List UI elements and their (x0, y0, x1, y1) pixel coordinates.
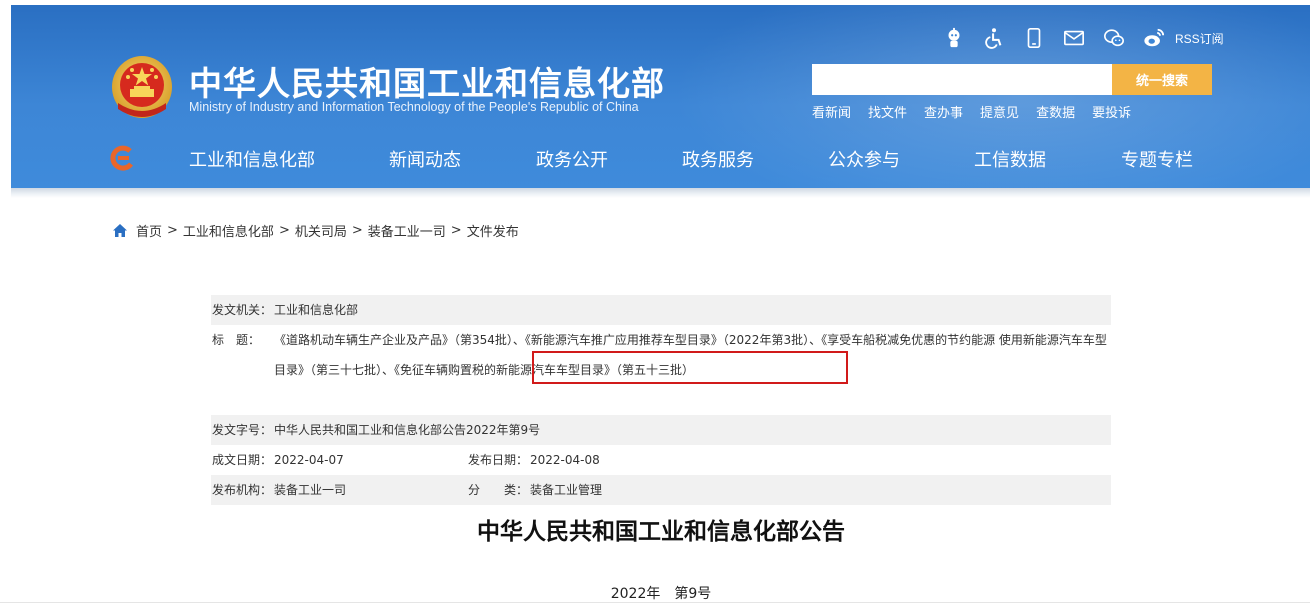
org-value: 装备工业一司 (274, 483, 347, 497)
nav-item-government-services[interactable]: 政务服务 (682, 146, 754, 172)
info-row-org-category: 发布机构： 装备工业一司 分 类： 装备工业管理 (211, 475, 1111, 505)
breadcrumb: 首页 > 工业和信息化部 > 机关司局 > 装备工业一司 > 文件发布 (112, 221, 519, 240)
info-row-doc-number: 发文字号： 中华人民共和国工业和信息化部公告2022年第9号 (211, 415, 1111, 445)
accessibility-icon[interactable] (979, 24, 1009, 52)
quick-link-news[interactable]: 看新闻 (812, 102, 851, 121)
home-icon (113, 223, 127, 237)
mail-icon[interactable] (1059, 24, 1089, 52)
title-value: 《道路机动车辆生产企业及产品》（第354批）、《新能源汽车推广应用推荐车型目录》… (274, 325, 1110, 385)
quick-link-suggestions[interactable]: 提意见 (980, 102, 1019, 121)
site-title: 中华人民共和国工业和信息化部 (189, 64, 665, 103)
quick-link-data[interactable]: 查数据 (1036, 102, 1075, 121)
site-subtitle: Ministry of Industry and Information Tec… (189, 100, 639, 114)
breadcrumb-home[interactable]: 首页 (136, 221, 162, 240)
header-shadow (11, 188, 1310, 198)
breadcrumb-departments[interactable]: 机关司局 (295, 221, 347, 240)
title-label: 标 题： (212, 333, 261, 347)
site-header: 中华人民共和国工业和信息化部 Ministry of Industry and … (11, 5, 1310, 188)
breadcrumb-separator: > (450, 223, 462, 238)
info-row-issuer: 发文机关： 工业和信息化部 (211, 295, 1111, 325)
bottom-divider (0, 602, 1310, 603)
written-date-label: 成文日期： (212, 453, 273, 467)
title-part-1: 《道路机动车辆生产企业及产品》（第354批）、 (274, 333, 525, 347)
nav-item-government-affairs[interactable]: 政务公开 (536, 146, 608, 172)
nav-item-news[interactable]: 新闻动态 (389, 146, 461, 172)
miit-logo-icon[interactable] (110, 145, 136, 171)
nav-item-public-participation[interactable]: 公众参与 (828, 146, 900, 172)
info-row-dates: 成文日期： 2022-04-07 发布日期： 2022-04-08 (211, 445, 1111, 475)
nav-item-special-topics[interactable]: 专题专栏 (1121, 146, 1193, 172)
publish-date-label: 发布日期： (468, 453, 529, 467)
header-toolbar: RSS订阅 (939, 23, 1224, 53)
breadcrumb-ministry[interactable]: 工业和信息化部 (183, 221, 274, 240)
category-value: 装备工业管理 (530, 483, 603, 497)
document-info-table: 发文机关： 工业和信息化部 标 题： 《道路机动车辆生产企业及产品》（第354批… (211, 295, 1111, 505)
doc-number-label: 发文字号： (212, 423, 273, 437)
breadcrumb-separator: > (278, 223, 290, 238)
national-emblem-icon (112, 56, 172, 118)
issuer-label: 发文机关： (212, 303, 273, 317)
nav-item-data[interactable]: 工信数据 (974, 146, 1046, 172)
quick-link-services[interactable]: 查办事 (924, 102, 963, 121)
nav-item-ministry[interactable]: 工业和信息化部 (189, 146, 315, 172)
main-nav: 工业和信息化部 新闻动态 政务公开 政务服务 公众参与 工信数据 专题专栏 (11, 137, 1310, 183)
breadcrumb-separator: > (351, 223, 363, 238)
written-date-value: 2022-04-07 (274, 453, 344, 467)
issuer-value: 工业和信息化部 (274, 303, 359, 317)
info-row-title: 标 题： 《道路机动车辆生产企业及产品》（第354批）、《新能源汽车推广应用推荐… (211, 325, 1111, 415)
doc-number-value: 中华人民共和国工业和信息化部公告2022年第9号 (274, 423, 541, 437)
title-highlighted-part: 《新能源汽车推广应用推荐车型目录》（2022年第3批） (524, 333, 810, 347)
quick-link-complaints[interactable]: 要投诉 (1092, 102, 1131, 121)
weibo-icon[interactable] (1139, 24, 1169, 52)
wechat-icon[interactable] (1099, 24, 1129, 52)
search-button[interactable]: 统一搜索 (1112, 64, 1212, 95)
document-title: 中华人民共和国工业和信息化部公告 (477, 519, 845, 545)
rss-subscribe-link[interactable]: RSS订阅 (1175, 30, 1224, 47)
breadcrumb-file-release[interactable]: 文件发布 (467, 221, 519, 240)
document-number: 2022年 第9号 (610, 586, 712, 602)
category-label: 分 类： (468, 483, 529, 497)
quick-links: 看新闻 找文件 查办事 提意见 查数据 要投诉 (812, 102, 1148, 121)
publish-date-value: 2022-04-08 (530, 453, 600, 467)
search-input[interactable] (812, 64, 1112, 95)
mobile-icon[interactable] (1019, 24, 1049, 52)
org-label: 发布机构： (212, 483, 273, 497)
quick-link-files[interactable]: 找文件 (868, 102, 907, 121)
breadcrumb-equipment-dept[interactable]: 装备工业一司 (368, 221, 446, 240)
breadcrumb-separator: > (167, 223, 178, 238)
robot-assistant-icon[interactable] (939, 24, 969, 52)
